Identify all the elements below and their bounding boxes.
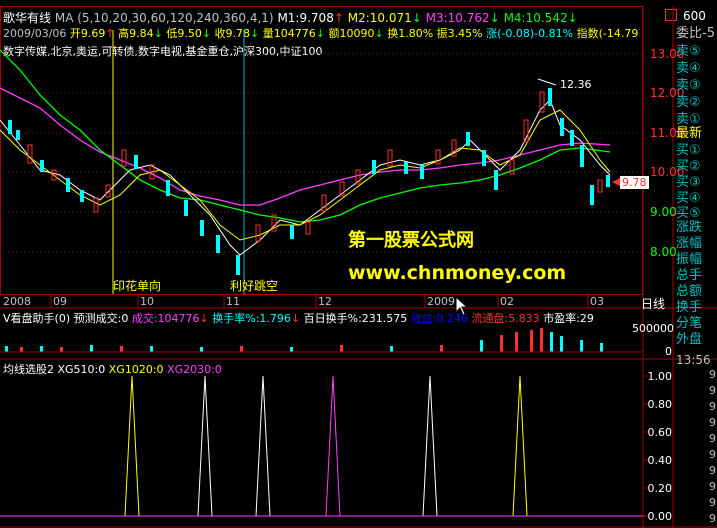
xg1020-value: XG1020:0	[108, 363, 164, 376]
indicator-axis-label: 0.40	[647, 454, 673, 467]
sidebar-item-order-ratio[interactable]: 委比-5	[676, 26, 717, 42]
volume-axis-zero: 0	[665, 345, 672, 358]
tick-price: 9	[709, 512, 716, 525]
sidebar-item-buy3[interactable]: 买③	[676, 175, 717, 191]
price-axis-label: 10.00	[650, 165, 685, 179]
sidebar-item-sell4[interactable]: 卖④	[676, 61, 717, 77]
hundred-day-turnover: 百日换手%:231.575	[303, 312, 408, 325]
sidebar-item-latest[interactable]: 最新	[676, 126, 717, 142]
sidebar-item-turnover[interactable]: 换手	[676, 300, 717, 316]
sidebar-item-amplitude[interactable]: 振幅	[676, 252, 717, 268]
date-label: 02	[500, 295, 514, 308]
date-label: 10	[140, 295, 154, 308]
indicator-axis-label: 0.60	[647, 426, 673, 439]
date-label: 11	[226, 295, 240, 308]
date-label: 12	[318, 295, 332, 308]
tick-price: 9	[709, 416, 716, 429]
pe-ratio: 市盈率:29	[543, 312, 594, 325]
ma-white-line	[0, 99, 611, 256]
price-axis-label: 13.00	[650, 47, 685, 61]
tick-price: 9	[709, 384, 716, 397]
sidebar-item-total-lots[interactable]: 总手	[676, 268, 717, 284]
xg2030-value: XG2030:0	[167, 363, 222, 376]
watermark-url: www.chnmoney.com	[348, 262, 567, 284]
sidebar-item-buy2[interactable]: 买②	[676, 159, 717, 175]
tick-price: 9	[709, 496, 716, 509]
traded-volume: 成交:104776	[131, 312, 200, 325]
indicator-axis-label: 0.20	[647, 482, 673, 495]
indicator-axis-label: 0.00	[647, 510, 673, 523]
price-axis-label: 9.00	[650, 205, 677, 219]
bad-news-annotation: 利好跳空	[230, 279, 279, 293]
volume-bars	[5, 328, 603, 352]
peak-price-label: 12.36	[560, 78, 592, 91]
price-gridlines	[0, 53, 643, 253]
date-label: 03	[590, 295, 604, 308]
date-label: 09	[53, 295, 67, 308]
current-price-tag: 9.78	[620, 176, 649, 189]
volume-panel-header: V看盘助手(0) 预测成交:0 成交:104776↓ 换手率%:1.796↓ 百…	[3, 312, 594, 325]
sidebar-item-change-pct[interactable]: 涨幅	[676, 236, 717, 252]
turnover-rate: 换手率%:1.796	[212, 312, 291, 325]
indicator-axis-label: 0.80	[647, 398, 673, 411]
ma-yellow-line	[0, 109, 611, 241]
sidebar-item-sell3[interactable]: 卖③	[676, 78, 717, 94]
indicator-axis-label: 1.00	[647, 370, 673, 383]
date-label: 2008	[3, 295, 31, 308]
volume-panel-title[interactable]: V看盘助手(0)	[3, 312, 70, 325]
ma-magenta-line	[0, 87, 611, 206]
period-selector[interactable]: 日线	[641, 295, 665, 312]
indicator-title[interactable]: 均线选股2	[3, 363, 54, 376]
xg510-value: XG510:0	[57, 363, 106, 376]
tick-price: 9	[709, 400, 716, 413]
sidebar-item-total-amount[interactable]: 总额	[676, 284, 717, 300]
float-shares: 流通盘:5.833	[471, 312, 540, 325]
volume-axis-label: 500000	[632, 322, 674, 335]
candlesticks	[8, 88, 610, 275]
tick-price: 9	[709, 368, 716, 381]
forecast-volume: 预测成交:0	[73, 312, 129, 325]
tick-price: 9	[709, 448, 716, 461]
tick-price: 9	[709, 480, 716, 493]
price-axis-label: 8.00	[650, 245, 677, 259]
sidebar-item-sell2[interactable]: 卖②	[676, 95, 717, 111]
indicator-spikes	[124, 375, 528, 517]
price-axis-label: 11.00	[650, 126, 685, 140]
date-label: 2009	[427, 295, 455, 308]
sidebar-item-buy4[interactable]: 买④	[676, 191, 717, 207]
tick-price: 9	[709, 464, 716, 477]
watermark-title: 第一股票公式网	[348, 230, 474, 251]
sidebar-item-sell5[interactable]: 卖⑤	[676, 44, 717, 60]
sidebar-item-change[interactable]: 涨跌	[676, 220, 717, 236]
sidebar-item-ticks[interactable]: 分笔	[676, 316, 717, 332]
stock-chart-app: { "header": { "stock_name": "歌华有线", "ma_…	[0, 0, 717, 528]
eps-value: 收益:0.246	[410, 312, 468, 325]
price-axis-label: 12.00	[650, 86, 685, 100]
tick-price: 9	[709, 432, 716, 445]
stamp-tax-annotation: 印花单向	[113, 279, 162, 293]
sidebar-item-buy1[interactable]: 买①	[676, 143, 717, 159]
sidebar-item-outer-volume[interactable]: 外盘	[676, 332, 717, 348]
indicator-panel-header: 均线选股2 XG510:0 XG1020:0 XG2030:0	[3, 361, 222, 377]
sidebar-time: 13:56	[676, 353, 711, 367]
